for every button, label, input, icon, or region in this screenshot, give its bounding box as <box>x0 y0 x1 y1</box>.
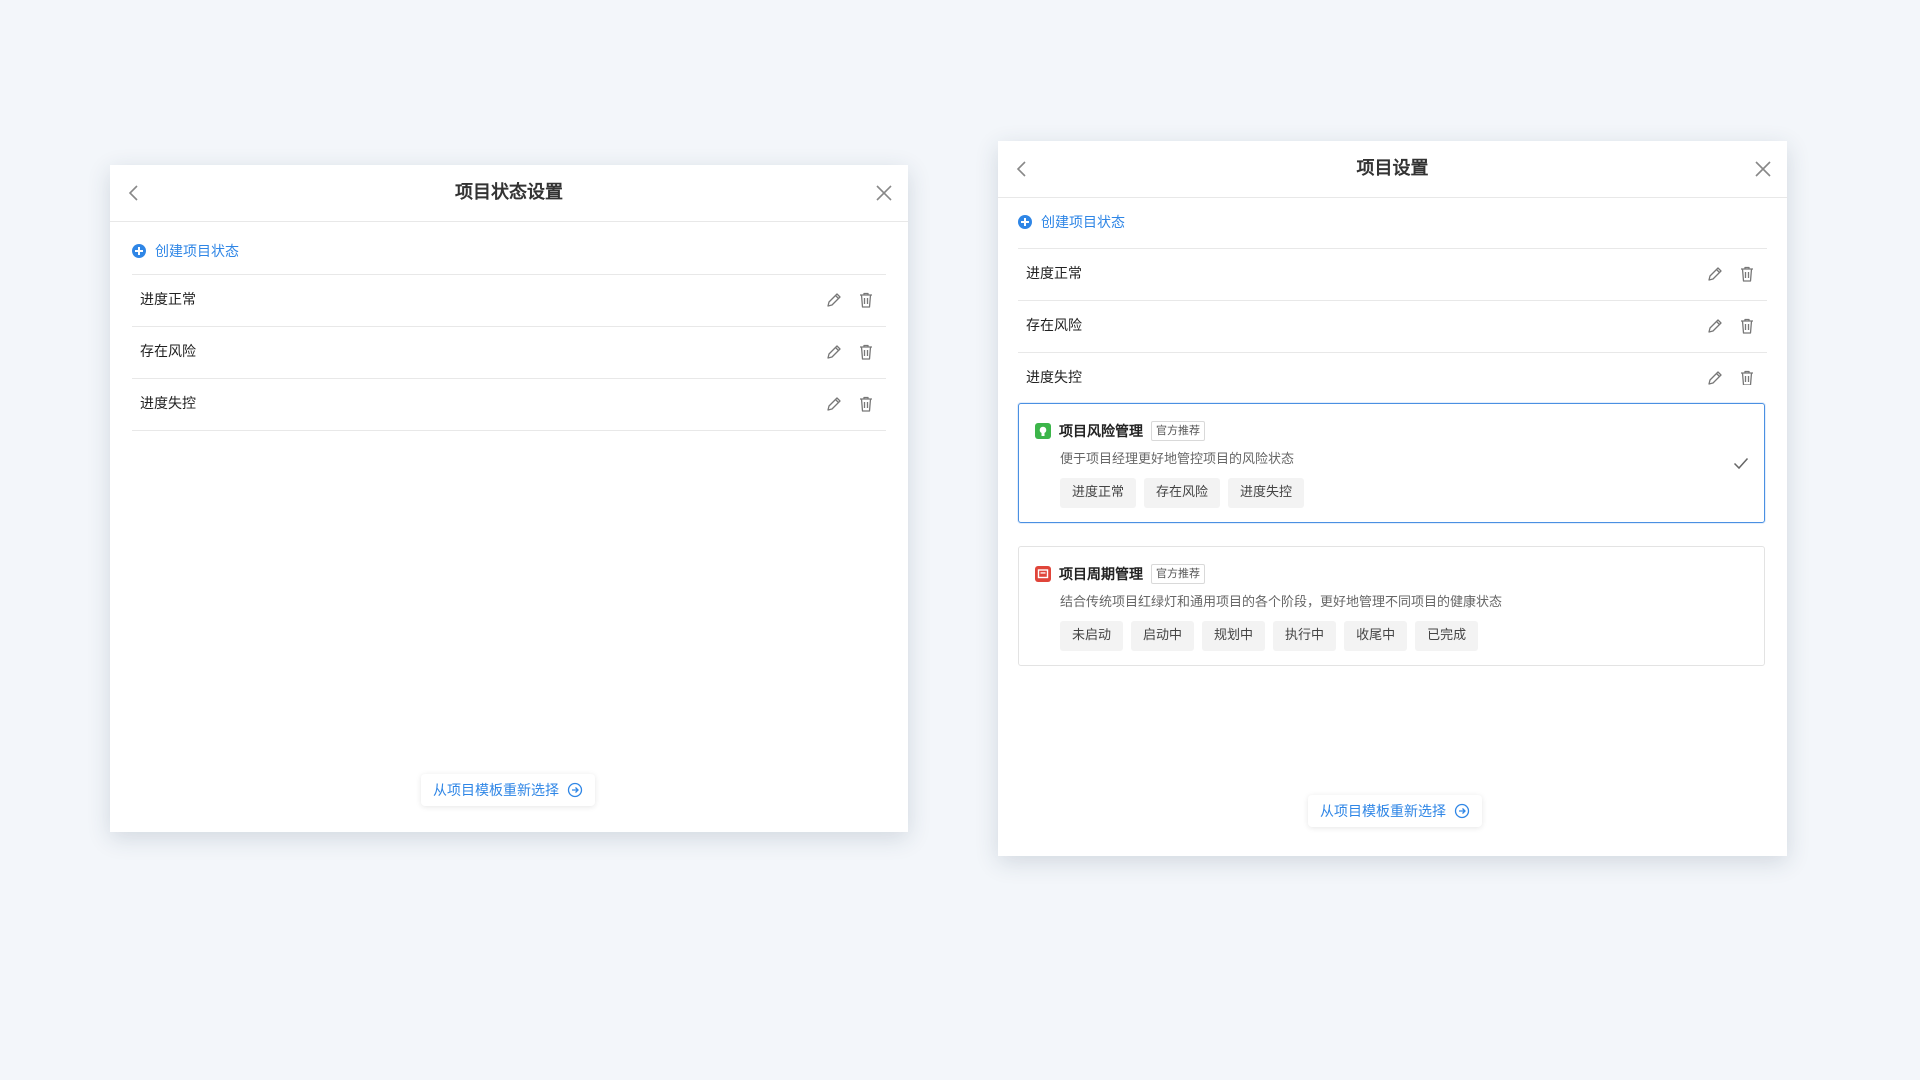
status-list: 进度正常 存在风险 进度失控 <box>1018 248 1767 385</box>
create-status-button[interactable]: 创建项目状态 <box>1018 208 1125 236</box>
status-row: 进度失控 <box>132 379 886 431</box>
template-tags: 进度正常 存在风险 进度失控 <box>1060 478 1305 508</box>
template-tag: 已完成 <box>1415 621 1479 651</box>
plus-circle-icon <box>1018 215 1032 229</box>
delete-trash-icon[interactable] <box>1737 316 1757 336</box>
bulb-icon <box>1035 423 1051 439</box>
check-icon <box>1733 457 1749 470</box>
template-tag: 进度失控 <box>1228 478 1305 508</box>
official-badge: 官方推荐 <box>1151 421 1205 441</box>
template-tag: 执行中 <box>1273 621 1337 651</box>
plus-circle-icon <box>132 244 146 258</box>
create-status-label: 创建项目状态 <box>1041 215 1125 231</box>
template-tag: 进度正常 <box>1060 478 1137 508</box>
template-card-risk[interactable]: 项目风险管理 官方推荐 便于项目经理更好地管控项目的风险状态 进度正常 存在风险… <box>1018 403 1765 523</box>
dialog-header: 项目设置 <box>998 141 1787 198</box>
template-tag: 规划中 <box>1202 621 1266 651</box>
create-status-button[interactable]: 创建项目状态 <box>132 237 239 265</box>
status-name: 进度正常 <box>140 292 196 308</box>
delete-trash-icon[interactable] <box>1737 264 1757 284</box>
project-settings-dialog: 项目设置 创建项目状态 进度正常 存在风险 进度失控 项目风险管理 官方推荐 便… <box>998 141 1787 856</box>
delete-trash-icon[interactable] <box>1737 368 1757 385</box>
calendar-icon <box>1035 566 1051 582</box>
status-name: 进度失控 <box>140 396 196 412</box>
delete-trash-icon[interactable] <box>856 290 876 310</box>
status-name: 存在风险 <box>140 344 196 360</box>
template-name: 项目周期管理 <box>1059 567 1143 583</box>
close-icon[interactable] <box>1751 157 1775 181</box>
template-tag: 收尾中 <box>1344 621 1408 651</box>
dialog-title: 项目状态设置 <box>455 182 563 203</box>
template-tag: 未启动 <box>1060 621 1124 651</box>
template-name: 项目风险管理 <box>1059 424 1143 440</box>
dialog-header: 项目状态设置 <box>110 165 908 222</box>
status-list-clipped: 进度正常 存在风险 进度失控 <box>1018 248 1767 385</box>
status-name: 进度正常 <box>1026 266 1082 282</box>
template-tag: 启动中 <box>1131 621 1195 651</box>
reselect-label: 从项目模板重新选择 <box>433 783 559 799</box>
status-name: 进度失控 <box>1026 370 1082 385</box>
status-row: 进度正常 <box>1018 249 1767 301</box>
status-name: 存在风险 <box>1026 318 1082 334</box>
template-card-lifecycle[interactable]: 项目周期管理 官方推荐 结合传统项目红绿灯和通用项目的各个阶段，更好地管理不同项… <box>1018 546 1765 666</box>
status-row: 进度失控 <box>1018 353 1767 385</box>
status-row: 存在风险 <box>1018 301 1767 353</box>
arrow-circle-right-icon <box>567 782 583 798</box>
reselect-from-template-button[interactable]: 从项目模板重新选择 <box>421 774 595 806</box>
template-description: 便于项目经理更好地管控项目的风险状态 <box>1060 452 1295 467</box>
delete-trash-icon[interactable] <box>856 342 876 362</box>
arrow-circle-right-icon <box>1454 803 1470 819</box>
status-row: 存在风险 <box>132 327 886 379</box>
template-tags: 未启动 启动中 规划中 执行中 收尾中 已完成 <box>1060 621 1479 651</box>
create-status-label: 创建项目状态 <box>155 244 239 260</box>
edit-pencil-icon[interactable] <box>824 290 844 310</box>
close-icon[interactable] <box>872 181 896 205</box>
status-row: 进度正常 <box>132 275 886 327</box>
template-tag: 存在风险 <box>1144 478 1221 508</box>
edit-pencil-icon[interactable] <box>824 342 844 362</box>
edit-pencil-icon[interactable] <box>1705 368 1725 385</box>
reselect-from-template-button[interactable]: 从项目模板重新选择 <box>1308 795 1482 827</box>
template-description: 结合传统项目红绿灯和通用项目的各个阶段，更好地管理不同项目的健康状态 <box>1060 595 1503 610</box>
dialog-title: 项目设置 <box>1356 158 1429 179</box>
status-settings-dialog: 项目状态设置 创建项目状态 进度正常 存在风险 进度失控 从项目模板重新选择 <box>110 165 908 832</box>
edit-pencil-icon[interactable] <box>1705 316 1725 336</box>
delete-trash-icon[interactable] <box>856 394 876 414</box>
reselect-label: 从项目模板重新选择 <box>1320 804 1446 820</box>
edit-pencil-icon[interactable] <box>1705 264 1725 284</box>
edit-pencil-icon[interactable] <box>824 394 844 414</box>
official-badge: 官方推荐 <box>1151 564 1205 584</box>
status-list: 进度正常 存在风险 进度失控 <box>132 274 886 431</box>
